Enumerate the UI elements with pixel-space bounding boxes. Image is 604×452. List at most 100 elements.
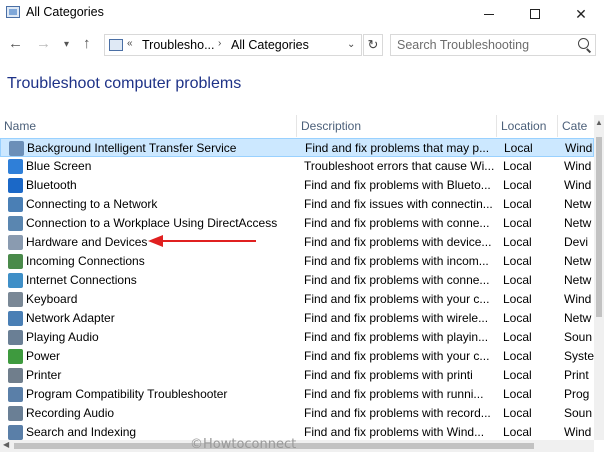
scroll-left-icon[interactable]: ◀ [3, 440, 9, 449]
column-header-description[interactable]: Description [297, 115, 497, 137]
address-overflow-icon[interactable]: « [127, 38, 133, 49]
item-description: Find and fix problems with playin... [304, 330, 489, 344]
item-location: Local [503, 197, 532, 211]
close-icon: ✕ [575, 5, 587, 22]
list-item[interactable]: Program Compatibility Troubleshooter Find… [0, 385, 594, 404]
vertical-scroll-thumb[interactable] [596, 137, 602, 317]
item-description: Find and fix problems with conne... [304, 216, 490, 230]
address-bar[interactable]: « Troublesho... › All Categories ⌄ [104, 34, 362, 56]
item-category: Wind [564, 292, 592, 306]
scroll-up-icon[interactable]: ▲ [595, 118, 603, 127]
list-item[interactable]: Keyboard Find and fix problems with your … [0, 290, 594, 309]
network-icon [8, 197, 23, 212]
item-description: Find and fix problems with runni... [304, 387, 484, 401]
vertical-scrollbar[interactable]: ▲ [594, 115, 604, 440]
item-description: Find and fix problems with conne... [304, 273, 490, 287]
item-location: Local [503, 235, 532, 249]
watermark: ©Howtoconnect [190, 437, 297, 452]
chevron-right-icon[interactable]: › [218, 38, 221, 49]
item-location: Local [503, 406, 532, 420]
item-description: Find and fix problems with incom... [304, 254, 489, 268]
forward-button[interactable]: → [36, 36, 51, 51]
column-header-location[interactable]: Location [497, 115, 558, 137]
directaccess-icon [8, 216, 23, 231]
network-adapter-icon [8, 311, 23, 326]
refresh-button[interactable]: ↻ [363, 34, 383, 56]
item-location: Local [503, 330, 532, 344]
item-location: Local [503, 311, 532, 325]
item-category: Netw [564, 273, 592, 287]
title-bar: All Categories ✕ [0, 0, 604, 28]
item-description: Find and fix problems with your c... [304, 292, 490, 306]
list-item[interactable]: Blue Screen Troubleshoot errors that caus… [0, 157, 594, 176]
internet-icon [8, 273, 23, 288]
maximize-button[interactable] [512, 0, 558, 28]
list-item[interactable]: Recording Audio Find and fix problems wit… [0, 404, 594, 423]
item-description: Find and fix problems with wirele... [304, 311, 489, 325]
item-location: Local [503, 178, 532, 192]
list-item[interactable]: Incoming Connections Find and fix problem… [0, 252, 594, 271]
power-icon [8, 349, 23, 364]
close-button[interactable]: ✕ [558, 0, 604, 28]
list-item[interactable]: Connection to a Workplace Using DirectAc… [0, 214, 594, 233]
address-dropdown-icon[interactable]: ⌄ [347, 39, 355, 50]
search-icon[interactable] [578, 38, 589, 49]
item-name: Playing Audio [26, 330, 99, 344]
list-item[interactable]: Search and Indexing Find and fix problems… [0, 423, 594, 440]
list-item[interactable]: Internet Connections Find and fix problem… [0, 271, 594, 290]
speaker-icon [8, 330, 23, 345]
control-panel-icon [109, 39, 123, 51]
item-name: Incoming Connections [26, 254, 145, 268]
minimize-icon [484, 13, 494, 15]
program-compat-icon [8, 387, 23, 402]
item-description: Find and fix problems with printi [304, 368, 473, 382]
column-header-category[interactable]: Cate [558, 115, 594, 137]
list-item[interactable]: Background Intelligent Transfer Service F… [0, 138, 594, 157]
list-item[interactable]: Hardware and Devices Find and fix problem… [0, 233, 594, 252]
list-item[interactable]: Playing Audio Find and fix problems with … [0, 328, 594, 347]
item-category: Print [564, 368, 589, 382]
item-description: Find and fix problems with record... [304, 406, 491, 420]
item-description: Find and fix issues with connectin... [304, 197, 493, 211]
item-category: Wind [565, 141, 593, 155]
annotation-arrow [148, 235, 256, 247]
item-location: Local [503, 368, 532, 382]
item-location: Local [504, 141, 533, 155]
list-item[interactable]: Network Adapter Find and fix problems wit… [0, 309, 594, 328]
item-location: Local [503, 159, 532, 173]
item-category: Netw [564, 311, 592, 325]
item-category: Wind [564, 159, 592, 173]
bluetooth-icon [8, 178, 23, 193]
item-location: Local [503, 254, 532, 268]
up-button[interactable]: ↑ [83, 36, 91, 51]
item-category: Soun [564, 406, 593, 420]
list-item[interactable]: Printer Find and fix problems with printi… [0, 366, 594, 385]
item-name: Bluetooth [26, 178, 77, 192]
item-name: Printer [26, 368, 62, 382]
horizontal-scrollbar[interactable]: ◀ [0, 440, 594, 452]
search-box[interactable] [390, 34, 596, 56]
printer-icon [8, 368, 23, 383]
control-panel-icon [6, 6, 20, 18]
item-category: Wind [564, 178, 592, 192]
item-name: Connection to a Workplace Using DirectAc… [26, 216, 278, 230]
item-category: Netw [564, 254, 592, 268]
item-location: Local [503, 425, 532, 439]
breadcrumb-troubleshooting[interactable]: Troublesho... [142, 38, 215, 52]
breadcrumb-all-categories[interactable]: All Categories [231, 38, 309, 52]
back-button[interactable]: ← [8, 36, 23, 51]
refresh-icon: ↻ [367, 37, 379, 52]
item-name: Connecting to a Network [26, 197, 158, 211]
list-item[interactable]: Power Find and fix problems with your c..… [0, 347, 594, 366]
search-input[interactable] [391, 35, 573, 55]
item-category: Soun [564, 330, 593, 344]
minimize-button[interactable] [466, 0, 512, 28]
list-item[interactable]: Connecting to a Network Find and fix issu… [0, 195, 594, 214]
column-header-name[interactable]: Name [0, 115, 297, 137]
item-name: Internet Connections [26, 273, 137, 287]
list-item[interactable]: Bluetooth Find and fix problems with Blue… [0, 176, 594, 195]
item-category: Netw [564, 216, 592, 230]
recent-locations-button[interactable]: ▾ [64, 38, 69, 52]
search-indexing-icon [8, 425, 23, 440]
window-title: All Categories [26, 5, 104, 19]
